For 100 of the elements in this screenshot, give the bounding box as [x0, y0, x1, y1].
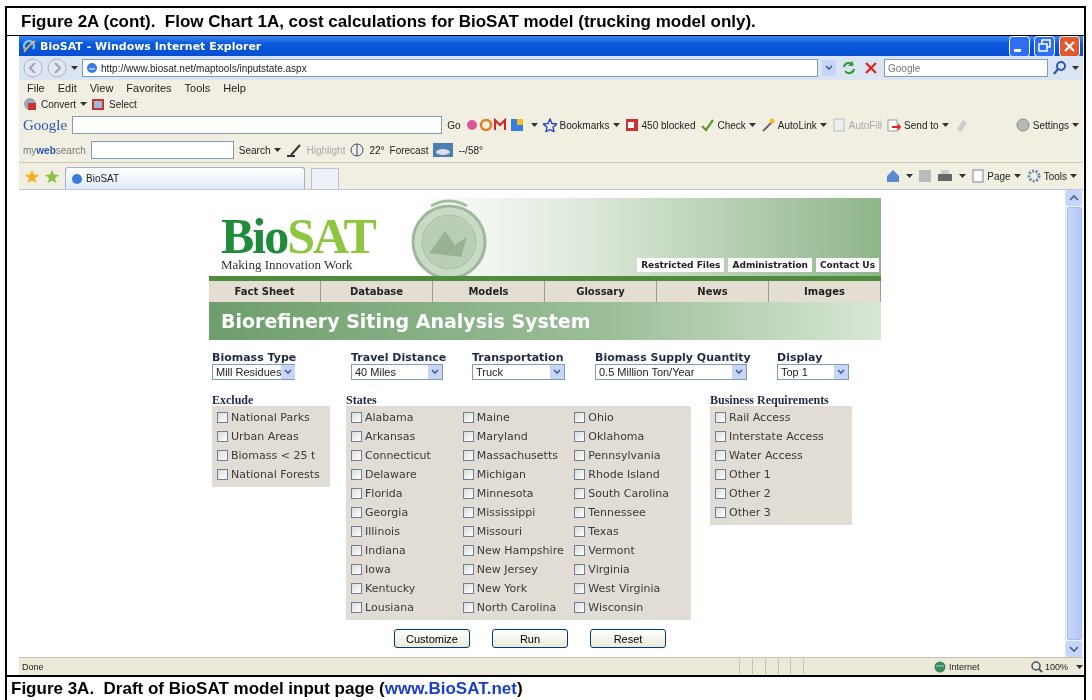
checkbox[interactable] [574, 526, 586, 537]
toolbar-button[interactable]: Bookmarks [542, 118, 620, 132]
form-button[interactable]: Customize [394, 629, 470, 648]
maximize-button[interactable] [1034, 35, 1055, 57]
dropdown[interactable]: Mill Residues [212, 364, 295, 380]
caret-icon[interactable] [959, 174, 967, 178]
caret-icon[interactable] [1076, 664, 1083, 669]
search-field[interactable]: Google [884, 59, 1048, 77]
checkbox[interactable] [715, 412, 726, 423]
checkbox[interactable] [462, 469, 474, 480]
toolbar-button[interactable]: Settings [1015, 118, 1079, 132]
minimize-button[interactable] [1009, 35, 1030, 57]
checkbox[interactable] [351, 450, 362, 461]
toolbar-button[interactable]: Search [238, 144, 281, 156]
caret-icon[interactable] [71, 66, 78, 70]
search-field[interactable] [90, 141, 234, 159]
menu-item[interactable]: File [27, 82, 45, 94]
home-icon[interactable] [886, 169, 901, 183]
caret-icon[interactable] [80, 102, 87, 106]
checkbox[interactable] [462, 583, 474, 594]
print-icon[interactable] [937, 169, 954, 183]
checkbox[interactable] [574, 412, 586, 423]
address-field[interactable]: http://www.biosat.net/maptools/inputstate.aspx [82, 59, 818, 77]
header-link[interactable]: Administration [728, 258, 812, 272]
checkbox[interactable] [715, 469, 726, 480]
checkbox[interactable] [462, 545, 474, 556]
checkbox[interactable] [217, 412, 228, 423]
checkbox[interactable] [217, 450, 228, 461]
scroll-thumb[interactable] [1067, 207, 1082, 640]
command-button[interactable]: Page [972, 169, 1021, 183]
link-button[interactable]: Select [109, 98, 137, 110]
checkbox[interactable] [351, 412, 362, 423]
header-link[interactable]: Contact Us [816, 258, 879, 272]
checkbox[interactable] [574, 450, 586, 461]
toolbar-button[interactable]: 450 blocked [624, 118, 696, 132]
search-icon[interactable] [1052, 60, 1068, 76]
toolbar-button[interactable]: --/58° [458, 144, 483, 156]
dropdown[interactable]: Truck [472, 364, 565, 380]
header-link[interactable]: Restricted Files [637, 258, 725, 272]
checkbox[interactable] [462, 526, 474, 537]
toolbar-button[interactable]: Forecast [389, 144, 429, 156]
toolbar-button[interactable]: Check [700, 118, 756, 132]
checkbox[interactable] [217, 431, 228, 442]
checkbox[interactable] [574, 545, 586, 556]
checkbox[interactable] [715, 431, 726, 442]
toolbar-button[interactable]: Send to [887, 118, 949, 132]
checkbox[interactable] [462, 488, 474, 499]
checkbox[interactable] [715, 488, 726, 499]
checkbox[interactable] [462, 431, 474, 442]
checkbox[interactable] [351, 545, 362, 556]
dropdown[interactable]: Top 1 [777, 364, 849, 380]
menu-item[interactable]: Tools [184, 82, 211, 94]
menu-item[interactable]: Favorites [126, 82, 172, 94]
zoom-icon[interactable] [1031, 660, 1043, 673]
checkbox[interactable] [462, 412, 474, 423]
scrollbar[interactable] [1065, 190, 1083, 657]
checkbox[interactable] [574, 488, 586, 499]
checkbox[interactable] [462, 507, 474, 518]
scroll-up-button[interactable] [1066, 190, 1082, 206]
toolbar-button[interactable]: AutoLink [760, 118, 827, 132]
toolbar-button[interactable]: Go [447, 119, 461, 131]
checkbox[interactable] [715, 507, 726, 518]
checkbox[interactable] [574, 507, 586, 518]
menu-item[interactable]: Help [223, 82, 246, 94]
checkbox[interactable] [462, 450, 474, 461]
form-button[interactable]: Run [492, 629, 568, 648]
toolbar-button[interactable]: 22° [369, 144, 385, 156]
dropdown[interactable]: 0.5 Million Ton/Year [595, 364, 747, 380]
search-field[interactable] [72, 116, 443, 134]
checkbox[interactable] [574, 564, 586, 575]
caret-icon[interactable] [530, 123, 538, 127]
zoom-level[interactable]: 100% [1045, 661, 1068, 672]
command-button[interactable]: Tools [1026, 169, 1077, 183]
checkbox[interactable] [574, 469, 586, 480]
scroll-down-button[interactable] [1066, 641, 1082, 657]
dropdown[interactable]: 40 Miles [351, 364, 443, 380]
form-button[interactable]: Reset [590, 629, 666, 648]
checkbox[interactable] [351, 602, 362, 613]
browser-tab[interactable]: BioSAT [65, 167, 305, 189]
checkbox[interactable] [351, 564, 362, 575]
refresh-button[interactable] [840, 59, 858, 77]
checkbox[interactable] [574, 602, 586, 613]
website-link[interactable]: www.BioSAT.net [384, 679, 517, 698]
caret-icon[interactable] [1072, 66, 1079, 70]
checkbox[interactable] [462, 602, 474, 613]
checkbox[interactable] [351, 488, 362, 499]
checkbox[interactable] [715, 450, 726, 461]
checkbox[interactable] [351, 469, 362, 480]
checkbox[interactable] [462, 564, 474, 575]
checkbox[interactable] [217, 469, 228, 480]
favorites-star-icon[interactable] [25, 169, 39, 183]
checkbox[interactable] [351, 431, 362, 442]
close-button[interactable] [1059, 35, 1080, 57]
back-button[interactable] [23, 58, 43, 78]
checkbox[interactable] [351, 583, 362, 594]
link-button[interactable]: Convert [41, 98, 76, 110]
caret-icon[interactable] [906, 174, 914, 178]
checkbox[interactable] [574, 431, 586, 442]
checkbox[interactable] [351, 507, 362, 518]
menu-item[interactable]: Edit [57, 82, 77, 94]
